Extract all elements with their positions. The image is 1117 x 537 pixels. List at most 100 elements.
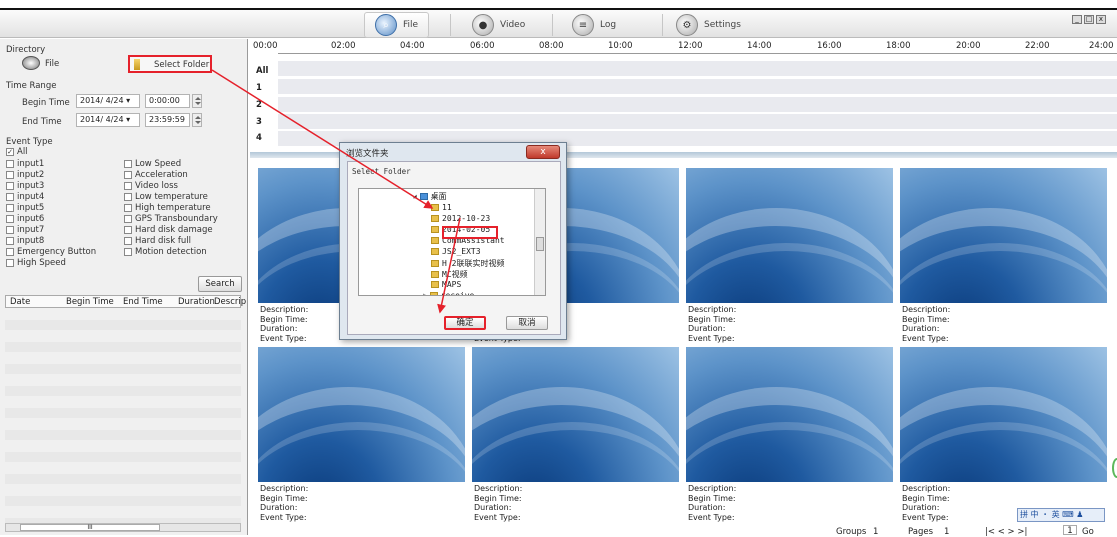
table-row[interactable] [5,474,241,484]
dialog-close-button[interactable]: x [526,145,560,159]
checkbox-input3[interactable]: input3 [6,181,44,191]
checkbox-high-speed[interactable]: High Speed [6,258,66,268]
checkbox-gps-transboundary[interactable]: GPS Transboundary [124,214,218,224]
end-time-label: End Time [22,117,62,127]
end-date-field[interactable]: 2014/ 4/24 ▾ [76,113,140,127]
table-row[interactable] [5,364,241,374]
page-navigation[interactable]: |< < > >| [985,527,1027,537]
timeline-row-1[interactable] [278,79,1117,94]
tab-log[interactable]: ≡ Log [562,12,626,38]
col-duration[interactable]: Duration [178,297,215,307]
timeline-tick: 18:00 [886,41,911,51]
table-row[interactable] [5,386,241,396]
video-thumbnail[interactable] [472,347,679,482]
directory-label: Directory [6,45,46,55]
col-date[interactable]: Date [10,297,30,307]
checkbox-emergency-button[interactable]: Emergency Button [6,247,96,257]
begin-time-spinner[interactable] [192,94,202,108]
tab-file[interactable]: ⌕ File [364,12,430,38]
video-thumbnail[interactable] [686,347,893,482]
tree-item[interactable]: MAPS [431,280,461,289]
checkbox-input8[interactable]: input8 [6,236,44,246]
folder-icon [431,260,439,267]
checkbox-low-temperature[interactable]: Low temperature [124,192,208,202]
begin-time-field[interactable]: 0:00:00 [145,94,190,108]
timeline-row-2[interactable] [278,97,1117,112]
search-button[interactable]: Search [198,276,242,292]
checkbox-input7[interactable]: input7 [6,225,44,235]
video-thumbnail[interactable] [686,168,893,303]
table-row[interactable] [5,408,241,418]
scroll-thumb[interactable]: III [20,524,160,531]
dialog-body: Select Folder ◢ 桌面 11 2012-10-23 2014-02-… [347,161,561,335]
tree-item[interactable]: H 2联联实时视频 [431,258,504,269]
pages-label: Pages [908,527,934,537]
tree-item[interactable]: ▷ receive [423,291,474,295]
col-end-time[interactable]: End Time [123,297,163,307]
checkbox-input1[interactable]: input1 [6,159,44,169]
close-icon[interactable]: x [1096,15,1106,24]
table-row[interactable] [5,342,241,352]
end-time-field[interactable]: 23:59:59 [145,113,190,127]
video-thumbnail[interactable] [258,347,465,482]
thumbnail-meta: Description:Begin Time:Duration:Event Ty… [902,484,951,522]
folder-icon [431,204,439,211]
table-row[interactable] [5,452,241,462]
checkbox-input6[interactable]: input6 [6,214,44,224]
checkbox-hard-disk-full[interactable]: Hard disk full [124,236,191,246]
checkbox-low-speed[interactable]: Low Speed [124,159,181,169]
timeline-tick: 00:00 [253,41,278,51]
select-folder-button[interactable]: Select Folder [128,55,212,73]
minimize-icon[interactable]: _ [1072,15,1082,24]
file-search-icon [22,56,40,70]
ok-button[interactable]: 确定 [444,316,486,330]
go-button[interactable]: Go [1082,527,1094,537]
checkbox-motion-detection[interactable]: Motion detection [124,247,207,257]
tree-item-selected[interactable]: 2012-10-23 [431,214,490,223]
checkbox-all[interactable]: ✓ All [6,147,28,157]
timeline-tick: 12:00 [678,41,703,51]
checkbox-video-loss[interactable]: Video loss [124,181,178,191]
timeline-row-all[interactable] [278,61,1117,76]
timeline-row-3[interactable] [278,114,1117,129]
table-row[interactable] [5,430,241,440]
checkbox-input2[interactable]: input2 [6,170,44,180]
tab-settings[interactable]: ⚙ Settings [666,12,751,38]
thumbnail-meta: Description:Begin Time:Duration:Event Ty… [474,484,523,522]
thumbnail-meta: Description:Begin Time:Duration:Event Ty… [688,484,737,522]
timeline-row-label: 4 [256,133,262,143]
horizontal-scrollbar[interactable]: III [5,523,241,532]
video-thumbnail[interactable] [900,347,1107,482]
folder-tree[interactable]: ◢ 桌面 11 2012-10-23 2014-02-05 CommAssista… [358,188,546,296]
gear-icon: ⚙ [676,14,698,36]
ime-toolbar[interactable]: 拼 中 ・ 英 ⌨ ♟ [1017,508,1105,522]
table-row[interactable] [5,496,241,506]
video-thumbnail[interactable] [900,168,1107,303]
checkbox-acceleration[interactable]: Acceleration [124,170,188,180]
cancel-button[interactable]: 取消 [506,316,548,330]
tree-scrollbar[interactable] [534,189,545,295]
col-begin-time[interactable]: Begin Time [66,297,114,307]
top-toolbar: ⌕ File ● Video ≡ Log ⚙ Settings _ □ x [0,8,1117,38]
tab-video[interactable]: ● Video [462,12,535,38]
time-range-label: Time Range [6,81,57,91]
tree-item-desktop[interactable]: ◢ 桌面 [413,191,447,202]
tree-item[interactable]: 11 [431,203,452,212]
maximize-icon[interactable]: □ [1084,15,1094,24]
tree-item[interactable]: JS2_EXT3 [431,247,481,256]
timeline-tick: 08:00 [539,41,564,51]
checkbox-input5[interactable]: input5 [6,203,44,213]
checkbox-input4[interactable]: input4 [6,192,44,202]
folder-icon [431,215,439,222]
floating-ball-icon[interactable] [1112,458,1117,478]
end-time-spinner[interactable] [192,113,202,127]
page-input[interactable]: 1 [1063,525,1077,536]
checkbox-hard-disk-damage[interactable]: Hard disk damage [124,225,213,235]
col-description[interactable]: Descrip [214,297,246,307]
table-row[interactable] [5,320,241,330]
begin-date-field[interactable]: 2014/ 4/24 ▾ [76,94,140,108]
tree-item[interactable]: MC视频 [431,269,468,280]
checkbox-high-temperature[interactable]: High temperature [124,203,211,213]
scroll-thumb[interactable] [536,237,544,251]
begin-time-label: Begin Time [22,98,70,108]
